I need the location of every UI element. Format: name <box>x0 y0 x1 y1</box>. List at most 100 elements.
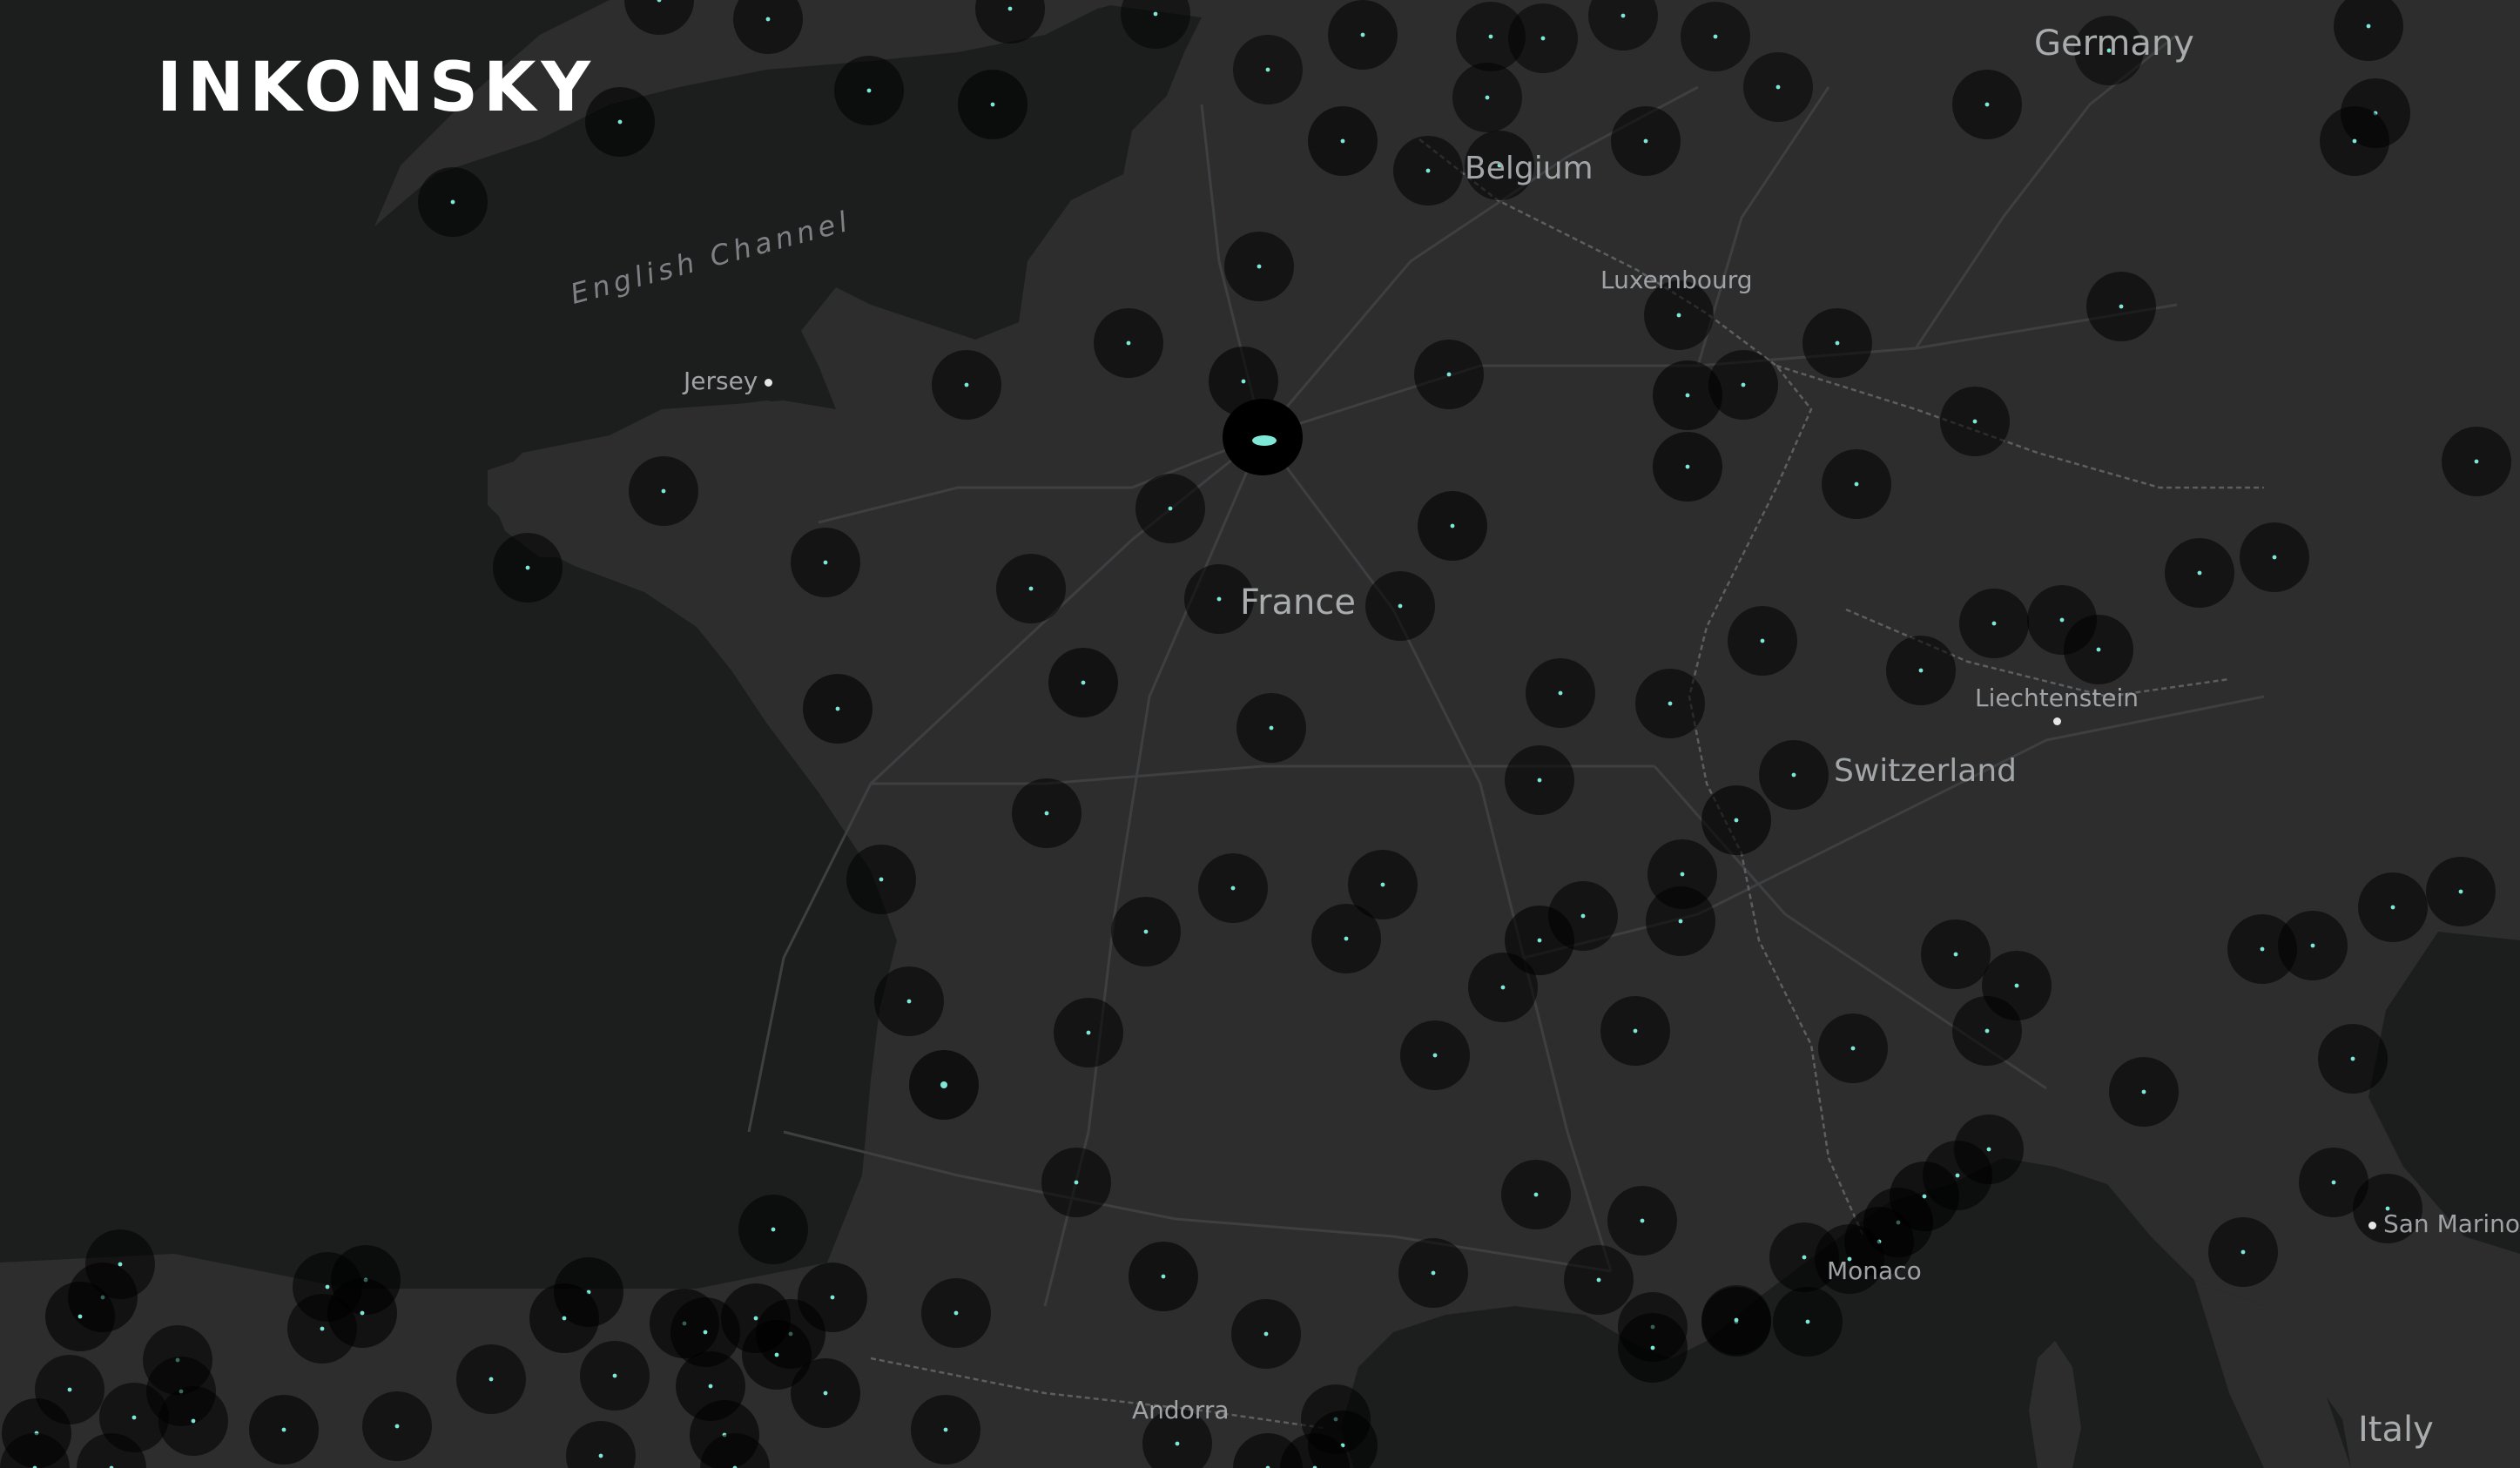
location-marker[interactable] <box>2165 538 2234 608</box>
location-marker[interactable] <box>1501 1160 1571 1229</box>
location-marker[interactable] <box>2086 272 2156 341</box>
location-marker[interactable] <box>1728 606 1797 676</box>
location-marker[interactable] <box>629 456 698 526</box>
location-marker[interactable] <box>1773 1287 1843 1357</box>
location-marker[interactable] <box>1952 70 2022 139</box>
location-marker[interactable] <box>1818 1013 1888 1083</box>
location-marker[interactable] <box>932 350 1001 420</box>
location-marker[interactable] <box>2208 1217 2278 1287</box>
location-marker[interactable] <box>1308 106 1378 176</box>
location-marker[interactable] <box>798 1263 867 1332</box>
location-marker[interactable] <box>529 1283 599 1353</box>
location-marker[interactable] <box>1452 63 1522 132</box>
location-marker[interactable] <box>2426 857 2496 926</box>
location-marker[interactable] <box>1701 1285 1771 1355</box>
city-dot-icon <box>2368 1221 2376 1229</box>
location-marker[interactable] <box>996 554 1066 623</box>
location-marker[interactable] <box>1054 998 1123 1067</box>
location-marker[interactable] <box>1822 449 1891 519</box>
location-marker[interactable] <box>846 845 916 914</box>
location-marker[interactable] <box>1400 1020 1470 1090</box>
location-marker[interactable] <box>1468 953 1538 1022</box>
location-marker[interactable] <box>911 1395 980 1465</box>
location-marker[interactable] <box>1012 778 1081 848</box>
location-marker[interactable] <box>45 1282 115 1351</box>
location-marker[interactable] <box>1886 636 1956 705</box>
brand-logo[interactable]: INKONSKY <box>157 54 596 122</box>
location-marker[interactable] <box>1600 996 1670 1066</box>
location-marker[interactable] <box>1618 1313 1688 1383</box>
location-marker[interactable] <box>791 1358 860 1428</box>
location-marker[interactable] <box>1418 491 1487 561</box>
location-marker[interactable] <box>1743 52 1813 122</box>
location-marker[interactable] <box>1921 919 1991 989</box>
location-marker[interactable] <box>1094 308 1163 378</box>
location-marker[interactable] <box>456 1344 526 1414</box>
location-marker[interactable] <box>909 1050 979 1120</box>
location-marker[interactable] <box>580 1341 650 1411</box>
location-marker[interactable] <box>493 533 563 603</box>
location-marker[interactable] <box>1611 106 1681 176</box>
location-marker[interactable] <box>921 1278 991 1348</box>
marker-center-dot <box>1713 34 1718 39</box>
marker-center-dot <box>1537 938 1542 943</box>
location-marker[interactable] <box>1393 136 1463 205</box>
map-canvas[interactable] <box>0 0 2520 1468</box>
location-marker[interactable] <box>585 87 655 157</box>
location-marker[interactable] <box>1607 1186 1677 1256</box>
location-marker[interactable] <box>1564 1245 1634 1315</box>
location-marker[interactable] <box>418 167 488 237</box>
marker-center-dot <box>1340 138 1345 144</box>
location-marker[interactable] <box>2318 1024 2388 1094</box>
label-luxembourg: Luxembourg <box>1600 266 1753 294</box>
marker-center-dot <box>1685 464 1690 469</box>
location-marker[interactable] <box>1198 853 1268 923</box>
location-marker[interactable] <box>2064 615 2133 684</box>
location-marker[interactable] <box>2358 872 2428 942</box>
location-marker[interactable] <box>1041 1148 1111 1217</box>
location-marker[interactable] <box>1959 589 2029 658</box>
location-marker[interactable] <box>791 528 860 597</box>
location-marker[interactable] <box>1701 785 1771 855</box>
location-marker[interactable] <box>1224 232 1294 301</box>
marker-center-dot <box>879 877 884 882</box>
location-marker[interactable] <box>834 56 904 125</box>
location-marker[interactable] <box>1236 693 1306 763</box>
location-marker[interactable] <box>738 1195 808 1264</box>
location-marker[interactable] <box>2240 522 2309 592</box>
location-marker[interactable] <box>958 70 1028 139</box>
location-marker[interactable] <box>1940 387 2010 456</box>
location-marker[interactable] <box>1952 996 2022 1066</box>
location-marker[interactable] <box>1759 740 1829 810</box>
location-marker[interactable] <box>287 1294 357 1364</box>
location-marker[interactable] <box>874 966 944 1036</box>
location-marker[interactable] <box>1802 308 1872 378</box>
location-marker[interactable] <box>158 1386 228 1456</box>
location-marker[interactable] <box>2320 106 2389 176</box>
location-marker[interactable] <box>1311 904 1381 973</box>
location-marker[interactable] <box>1135 474 1205 543</box>
location-marker[interactable] <box>1526 658 1595 728</box>
location-marker[interactable] <box>1048 648 1118 717</box>
location-marker[interactable] <box>1365 571 1435 641</box>
location-marker[interactable] <box>2278 911 2348 980</box>
location-marker[interactable] <box>1233 35 1303 104</box>
location-marker[interactable] <box>1111 897 1181 966</box>
location-marker[interactable] <box>249 1395 319 1465</box>
location-marker[interactable] <box>1231 1299 1301 1369</box>
location-marker[interactable] <box>1653 432 1722 502</box>
location-marker[interactable] <box>1635 669 1705 738</box>
location-marker[interactable] <box>2442 427 2511 496</box>
location-marker[interactable] <box>362 1391 432 1461</box>
location-marker[interactable] <box>1681 2 1750 71</box>
location-marker[interactable] <box>1708 350 1778 420</box>
location-marker[interactable] <box>1129 1242 1198 1311</box>
location-marker[interactable] <box>1508 3 1578 73</box>
location-marker[interactable] <box>803 674 873 744</box>
location-marker[interactable] <box>1328 0 1398 70</box>
location-marker[interactable] <box>1646 886 1715 956</box>
location-marker[interactable] <box>1505 745 1574 815</box>
location-marker[interactable] <box>1414 340 1484 409</box>
location-marker[interactable] <box>2109 1057 2179 1127</box>
location-marker[interactable] <box>1398 1238 1468 1308</box>
